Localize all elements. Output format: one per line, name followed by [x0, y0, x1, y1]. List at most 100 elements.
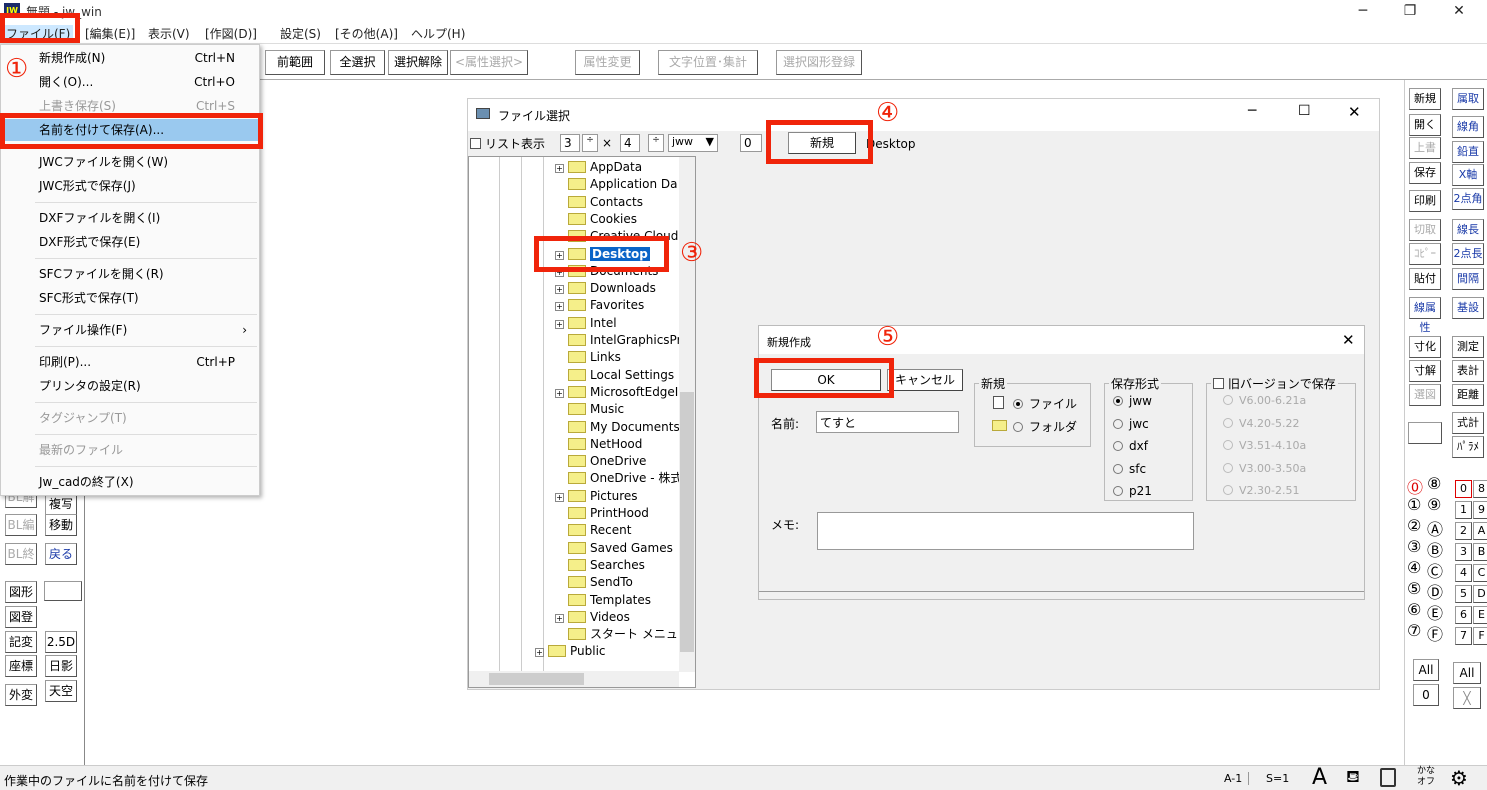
layer-cross-button[interactable]: ╳: [1453, 687, 1481, 709]
left-tool-button[interactable]: 外変: [5, 684, 37, 706]
tree-item[interactable]: Music: [555, 401, 624, 418]
layer-button[interactable]: E: [1473, 606, 1487, 624]
right-tool-button[interactable]: 式計: [1452, 412, 1484, 434]
right-tool-button[interactable]: 保存: [1409, 162, 1441, 184]
tree-item[interactable]: + Videos: [555, 609, 630, 626]
layer-button[interactable]: 9: [1473, 501, 1487, 519]
right-tool-button[interactable]: 新規: [1409, 88, 1441, 110]
tree-item[interactable]: + AppData: [555, 159, 642, 176]
layer-button[interactable]: F: [1473, 627, 1487, 645]
tree-item[interactable]: + Public: [535, 643, 606, 660]
layer-group-button[interactable]: ⑤: [1407, 579, 1421, 598]
layer-button[interactable]: 8: [1473, 480, 1487, 498]
layer-group-button[interactable]: ③: [1407, 537, 1421, 556]
left-tool-button[interactable]: 図登: [5, 606, 37, 628]
right-tool-button[interactable]: 間隔: [1452, 268, 1484, 290]
left-tool-button[interactable]: 戻る: [45, 543, 77, 565]
tree-item[interactable]: OneDrive: [555, 453, 646, 470]
file-menu-item[interactable]: JWC形式で保存(J): [1, 175, 259, 197]
ime-mode[interactable]: かな オフ: [1417, 766, 1435, 788]
left-tool-button[interactable]: BL終: [5, 543, 37, 565]
toolbar-button[interactable]: 選択図形登録: [776, 50, 862, 75]
toolbar-button[interactable]: 選択解除: [388, 50, 448, 75]
layer-group-button[interactable]: ①: [1407, 495, 1421, 514]
number-input[interactable]: [740, 134, 762, 152]
close-button[interactable]: ✕: [1342, 331, 1355, 349]
tree-item[interactable]: NetHood: [555, 436, 642, 453]
layer-button[interactable]: 0: [1455, 480, 1472, 498]
notebook-icon[interactable]: [1380, 768, 1396, 787]
file-menu-item[interactable]: ファイル操作(F) ›: [1, 319, 259, 341]
expand-icon[interactable]: +: [555, 302, 564, 312]
scale[interactable]: S=1: [1266, 772, 1289, 785]
layer-group-button[interactable]: ⑨: [1427, 495, 1441, 514]
expand-icon[interactable]: +: [555, 492, 564, 502]
layer-group-button[interactable]: ⑧: [1427, 474, 1441, 493]
left-tool-button[interactable]: 複写: [45, 493, 77, 515]
tree-item[interactable]: Local Settings: [555, 367, 674, 384]
close-button[interactable]: ✕: [1348, 103, 1361, 121]
tree-item[interactable]: スタート メニュ: [555, 626, 678, 643]
paper-size[interactable]: A-1: [1224, 772, 1250, 785]
format-radio[interactable]: p21: [1113, 484, 1152, 498]
extension-select[interactable]: jww ▼: [668, 134, 718, 152]
right-tool-button[interactable]: 測定: [1452, 336, 1484, 358]
file-menu-item[interactable]: DXFファイルを開く(I): [1, 207, 259, 229]
tree-item[interactable]: OneDrive - 株式: [555, 470, 682, 487]
toolbar-button[interactable]: 文字位置･集計: [658, 50, 758, 75]
cols-spinner[interactable]: ÷: [648, 134, 664, 152]
vertical-scrollbar[interactable]: [679, 157, 695, 672]
right-tool-button[interactable]: 2点角: [1452, 188, 1484, 210]
left-tool-button[interactable]: 日影: [45, 655, 77, 677]
layer-button[interactable]: B: [1473, 543, 1487, 561]
layer-button[interactable]: 4: [1455, 564, 1472, 582]
menu-item[interactable]: [その他(A)]: [332, 25, 401, 42]
cancel-button[interactable]: キャンセル: [887, 369, 963, 391]
scrollbar-thumb[interactable]: [680, 392, 694, 652]
right-tool-button[interactable]: 上書: [1409, 137, 1441, 159]
left-tool-button[interactable]: BL編: [5, 514, 37, 536]
toolbar-button[interactable]: 全選択: [330, 50, 385, 75]
list-view-checkbox[interactable]: リスト表示: [470, 135, 545, 152]
right-tool-button[interactable]: ﾊﾟﾗﾒ: [1452, 436, 1484, 458]
menu-item[interactable]: [編集(E)]: [82, 25, 138, 42]
menu-item[interactable]: 設定(S): [277, 25, 324, 42]
right-tool-button[interactable]: 属取: [1452, 88, 1484, 110]
menu-item[interactable]: 表示(V): [145, 25, 193, 42]
name-input[interactable]: [816, 411, 959, 433]
tree-item[interactable]: PrintHood: [555, 505, 649, 522]
left-tool-button[interactable]: 移動: [45, 514, 77, 536]
right-tool-button[interactable]: X軸: [1452, 164, 1484, 186]
right-tool-button[interactable]: 線属性: [1409, 297, 1441, 334]
file-menu-item[interactable]: Jw_cadの終了(X): [1, 471, 259, 493]
tree-item[interactable]: Contacts: [555, 194, 643, 211]
layer-group-zero-button[interactable]: 0: [1413, 684, 1439, 706]
menu-item[interactable]: ヘルプ(H): [408, 25, 468, 42]
right-tool-button[interactable]: 線長: [1452, 219, 1484, 241]
scrollbar-thumb[interactable]: [489, 673, 584, 685]
expand-icon[interactable]: +: [555, 613, 564, 623]
expand-icon[interactable]: +: [555, 285, 564, 295]
gear-icon[interactable]: ⚙: [1450, 766, 1468, 790]
right-tool-button[interactable]: 距離: [1452, 384, 1484, 406]
right-tool-button[interactable]: 表計: [1452, 360, 1484, 382]
pen-icon[interactable]: ⛾: [1346, 767, 1360, 789]
tree-item[interactable]: + Intel: [555, 315, 617, 332]
toolbar-button[interactable]: <属性選択>: [450, 50, 528, 75]
file-radio[interactable]: ファイル: [1013, 395, 1077, 412]
file-menu-item[interactable]: JWCファイルを開く(W): [1, 151, 259, 173]
right-tool-button[interactable]: 2点長: [1452, 243, 1484, 265]
right-tool-button[interactable]: ｺﾋﾟｰ: [1409, 243, 1441, 265]
layer-button[interactable]: C: [1473, 564, 1487, 582]
layer-button[interactable]: 1: [1455, 501, 1472, 519]
right-tool-button[interactable]: 開く: [1409, 114, 1441, 136]
file-menu-item[interactable]: 印刷(P)... Ctrl+P: [1, 351, 259, 373]
line-type-button[interactable]: [44, 581, 82, 601]
format-radio[interactable]: jww: [1113, 394, 1152, 408]
layer-button[interactable]: A: [1473, 522, 1487, 540]
left-tool-button[interactable]: 2.5D: [45, 631, 77, 653]
format-radio[interactable]: sfc: [1113, 462, 1146, 476]
layer-button[interactable]: 7: [1455, 627, 1472, 645]
expand-icon[interactable]: +: [555, 164, 564, 173]
right-tool-button[interactable]: 鉛直: [1452, 141, 1484, 163]
